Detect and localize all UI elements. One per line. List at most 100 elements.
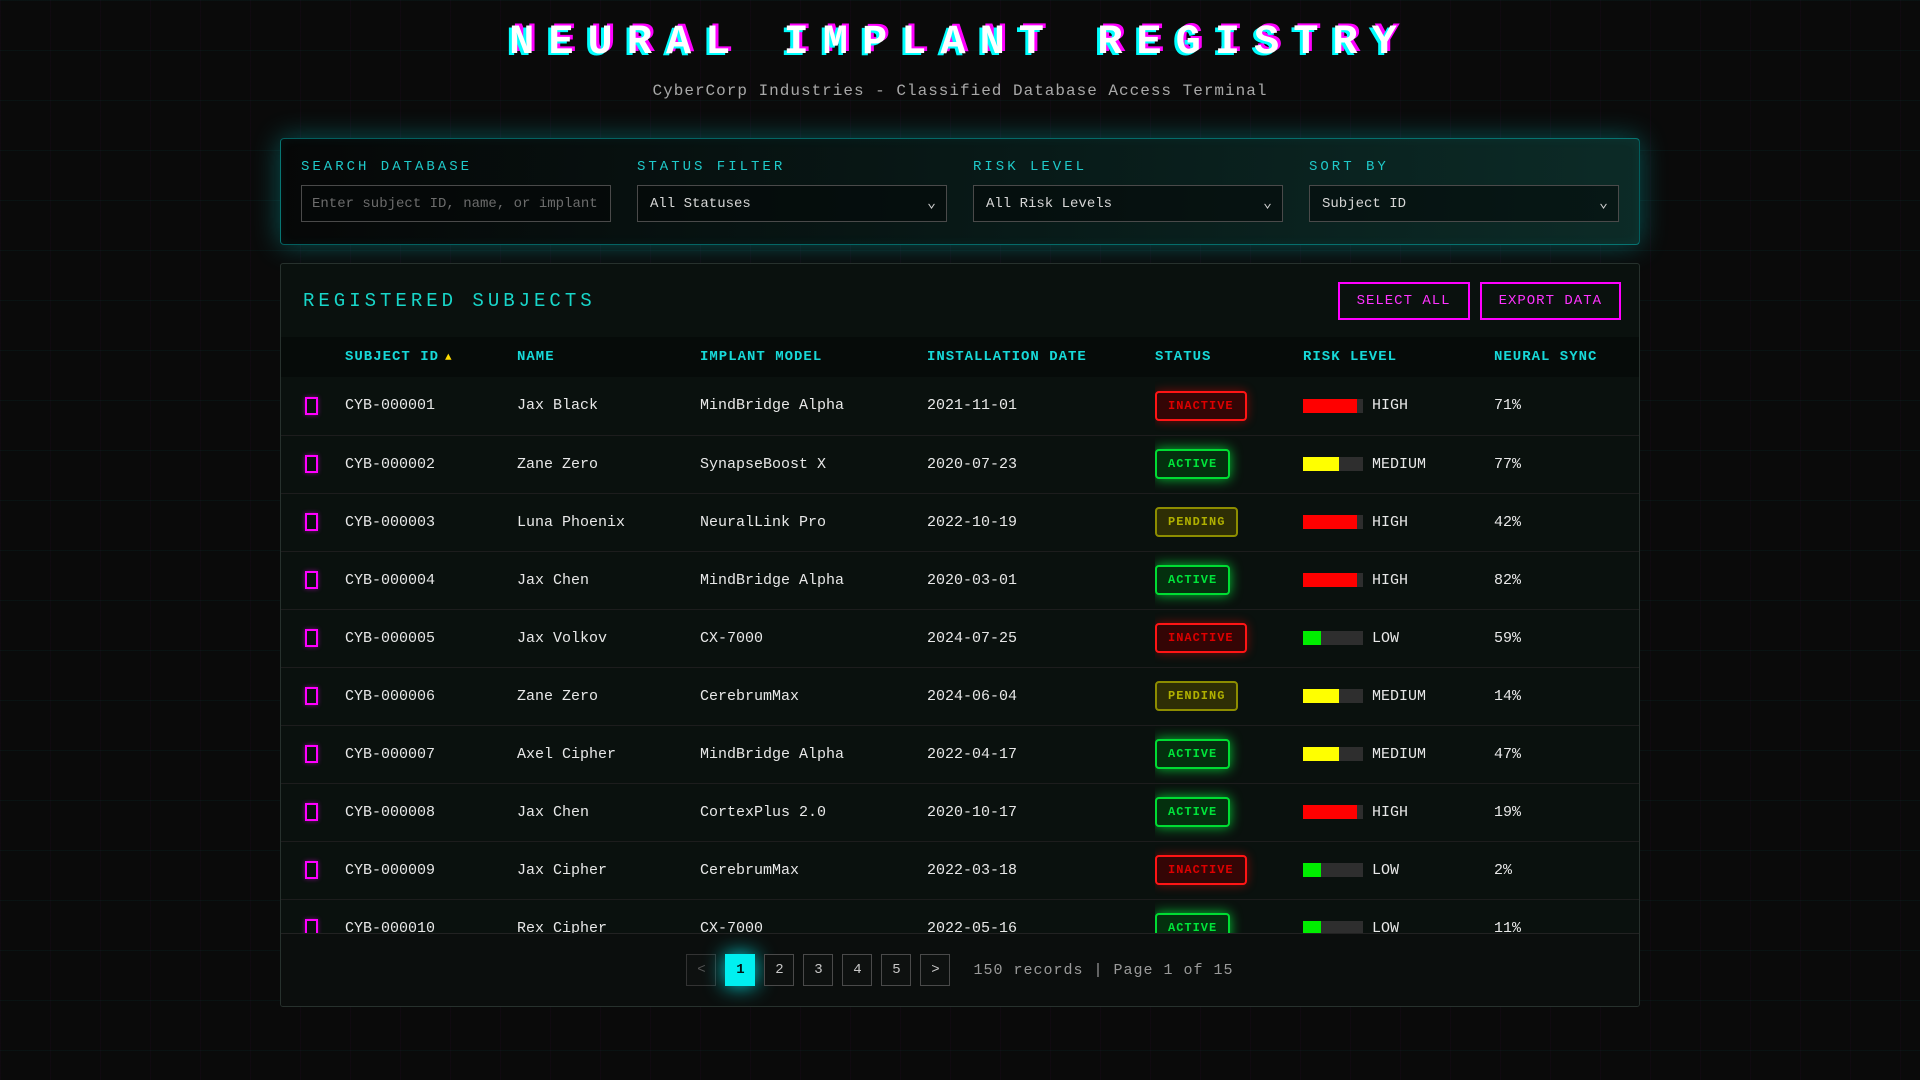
table-header-row: SUBJECT ID▲ NAME IMPLANT MODEL INSTALLAT… (281, 337, 1640, 377)
status-filter-group: STATUS FILTER All Statuses ⌄ (637, 159, 947, 222)
page-button-5[interactable]: 5 (881, 954, 911, 986)
subject-name-cell: Jax Chen (517, 551, 700, 609)
installation-date-cell: 2020-10-17 (927, 783, 1155, 841)
chevron-down-icon: ⌄ (927, 192, 936, 211)
column-header-implant-model[interactable]: IMPLANT MODEL (700, 337, 927, 377)
table-row: CYB-000007 Axel Cipher MindBridge Alpha … (281, 725, 1640, 783)
row-checkbox[interactable] (305, 745, 318, 763)
column-header-risk-level[interactable]: RISK LEVEL (1303, 337, 1494, 377)
status-cell: PENDING (1155, 667, 1303, 725)
panel-actions: SELECT ALL EXPORT DATA (1338, 282, 1621, 320)
status-cell: INACTIVE (1155, 377, 1303, 435)
risk-level-label: MEDIUM (1372, 456, 1426, 473)
pagination-summary: 150 records | Page 1 of 15 (973, 962, 1233, 979)
column-header-subject-id[interactable]: SUBJECT ID▲ (345, 337, 517, 377)
installation-date-cell: 2024-06-04 (927, 667, 1155, 725)
column-header-installation-date[interactable]: INSTALLATION DATE (927, 337, 1155, 377)
subject-id-cell: CYB-000009 (345, 841, 517, 899)
implant-model-cell: MindBridge Alpha (700, 725, 927, 783)
risk-level-label: HIGH (1372, 804, 1408, 821)
table-row: CYB-000004 Jax Chen MindBridge Alpha 202… (281, 551, 1640, 609)
risk-cell: MEDIUM (1303, 667, 1494, 725)
status-cell: INACTIVE (1155, 609, 1303, 667)
previous-page-button[interactable]: < (686, 954, 716, 986)
neural-sync-cell: 82% (1494, 551, 1640, 609)
subject-id-cell: CYB-000001 (345, 377, 517, 435)
table-row: CYB-000002 Zane Zero SynapseBoost X 2020… (281, 435, 1640, 493)
status-filter-select[interactable]: All Statuses ⌄ (637, 185, 947, 222)
risk-bar (1303, 515, 1363, 529)
row-checkbox[interactable] (305, 687, 318, 705)
subject-name-cell: Jax Chen (517, 783, 700, 841)
column-header-neural-sync[interactable]: NEURAL SYNC (1494, 337, 1640, 377)
risk-filter-select[interactable]: All Risk Levels ⌄ (973, 185, 1283, 222)
status-badge: ACTIVE (1155, 739, 1230, 769)
export-data-button[interactable]: EXPORT DATA (1480, 282, 1621, 320)
subject-id-cell: CYB-000007 (345, 725, 517, 783)
risk-filter-label: RISK LEVEL (973, 159, 1283, 175)
status-cell: PENDING (1155, 493, 1303, 551)
risk-bar-fill (1303, 631, 1321, 645)
table-row: CYB-000006 Zane Zero CerebrumMax 2024-06… (281, 667, 1640, 725)
row-checkbox[interactable] (305, 513, 318, 531)
risk-filter-group: RISK LEVEL All Risk Levels ⌄ (973, 159, 1283, 222)
subject-name-cell: Zane Zero (517, 435, 700, 493)
risk-bar-fill (1303, 515, 1357, 529)
subject-id-cell: CYB-000002 (345, 435, 517, 493)
installation-date-cell: 2022-10-19 (927, 493, 1155, 551)
page-subtitle: CyberCorp Industries - Classified Databa… (0, 82, 1920, 100)
status-filter-value: All Statuses (650, 196, 751, 212)
next-page-button[interactable]: > (920, 954, 950, 986)
search-group: SEARCH DATABASE (301, 159, 611, 222)
row-checkbox[interactable] (305, 629, 318, 647)
table-row: CYB-000009 Jax Cipher CerebrumMax 2022-0… (281, 841, 1640, 899)
subject-id-cell: CYB-000004 (345, 551, 517, 609)
row-checkbox[interactable] (305, 397, 318, 415)
row-checkbox[interactable] (305, 571, 318, 589)
page-button-4[interactable]: 4 (842, 954, 872, 986)
risk-bar-fill (1303, 457, 1339, 471)
implant-model-cell: CortexPlus 2.0 (700, 783, 927, 841)
implant-model-cell: CerebrumMax (700, 841, 927, 899)
column-header-status[interactable]: STATUS (1155, 337, 1303, 377)
risk-cell: HIGH (1303, 551, 1494, 609)
chevron-down-icon: ⌄ (1599, 192, 1608, 211)
installation-date-cell: 2024-07-25 (927, 609, 1155, 667)
implant-model-cell: CerebrumMax (700, 667, 927, 725)
subject-id-cell: CYB-000008 (345, 783, 517, 841)
sort-value: Subject ID (1322, 196, 1406, 212)
page-button-1[interactable]: 1 (725, 954, 755, 986)
search-input[interactable] (301, 185, 611, 222)
search-label: SEARCH DATABASE (301, 159, 611, 175)
row-checkbox[interactable] (305, 861, 318, 879)
subject-name-cell: Zane Zero (517, 667, 700, 725)
column-header-name[interactable]: NAME (517, 337, 700, 377)
status-filter-label: STATUS FILTER (637, 159, 947, 175)
neural-sync-cell: 19% (1494, 783, 1640, 841)
implant-model-cell: NeuralLink Pro (700, 493, 927, 551)
sort-select[interactable]: Subject ID ⌄ (1309, 185, 1619, 222)
subject-name-cell: Jax Cipher (517, 841, 700, 899)
implant-model-cell: MindBridge Alpha (700, 551, 927, 609)
status-badge: INACTIVE (1155, 855, 1247, 885)
row-checkbox[interactable] (305, 803, 318, 821)
risk-level-label: MEDIUM (1372, 746, 1426, 763)
risk-level-label: HIGH (1372, 514, 1408, 531)
status-cell: ACTIVE (1155, 551, 1303, 609)
installation-date-cell: 2020-07-23 (927, 435, 1155, 493)
neural-sync-cell: 14% (1494, 667, 1640, 725)
risk-bar (1303, 747, 1363, 761)
risk-level-label: LOW (1372, 862, 1399, 879)
risk-bar (1303, 457, 1363, 471)
select-all-button[interactable]: SELECT ALL (1338, 282, 1470, 320)
sort-label: SORT BY (1309, 159, 1619, 175)
row-checkbox[interactable] (305, 455, 318, 473)
page-button-3[interactable]: 3 (803, 954, 833, 986)
page-button-2[interactable]: 2 (764, 954, 794, 986)
subject-id-cell: CYB-000006 (345, 667, 517, 725)
subject-name-cell: Luna Phoenix (517, 493, 700, 551)
neural-sync-cell: 71% (1494, 377, 1640, 435)
risk-bar (1303, 631, 1363, 645)
subjects-panel: REGISTERED SUBJECTS SELECT ALL EXPORT DA… (280, 263, 1640, 1007)
risk-bar-fill (1303, 805, 1357, 819)
